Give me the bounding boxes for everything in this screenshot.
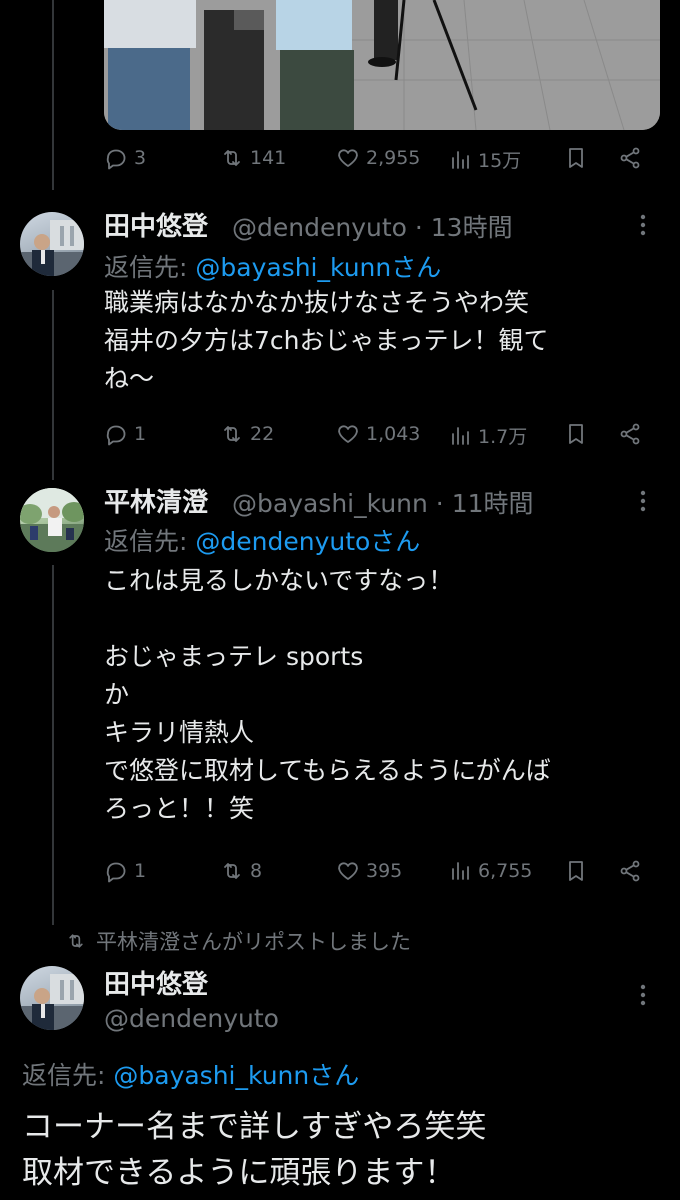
reply-to-link[interactable]: @bayashi_kunnさん	[113, 1061, 359, 1090]
retweet-icon	[224, 863, 240, 879]
retweet-button[interactable]: 141	[220, 146, 286, 170]
tweet-text: コーナー名まで詳しすぎやろ笑笑 取材できるように頑張ります！	[22, 1109, 487, 1191]
reply-to-label: 返信先:	[104, 527, 196, 556]
reply-count: 1	[134, 423, 147, 445]
like-button[interactable]: 1,043	[336, 422, 420, 446]
tweet-actions: 3 141 2,955 15万	[104, 146, 644, 180]
retweet-icon	[69, 934, 83, 948]
avatar-image	[20, 974, 84, 1030]
reply-to-line: 返信先: @bayashi_kunnさん	[104, 248, 441, 284]
repost-indicator: 平林清澄さんがリポストしました	[66, 926, 411, 956]
more-button[interactable]	[630, 212, 656, 238]
avatar[interactable]	[20, 966, 84, 1030]
more-icon	[640, 984, 646, 1006]
like-count: 1,043	[366, 423, 421, 445]
views-icon	[452, 862, 469, 880]
avatar-image	[20, 220, 84, 276]
avatar-image	[20, 488, 84, 552]
views-icon	[452, 150, 469, 169]
thread-line	[52, 565, 54, 925]
reply-icon	[106, 149, 126, 170]
views-count: 1.7万	[478, 426, 528, 448]
tweet-text: これは見るしかないですなっ！ おじゃまっテレ sports か キラリ情熱人 で…	[104, 566, 551, 823]
handle[interactable]: @dendenyuto	[104, 1004, 279, 1033]
like-button[interactable]: 2,955	[336, 146, 420, 170]
tweet-media-image[interactable]	[104, 0, 660, 130]
thread-line	[52, 0, 54, 190]
views-button[interactable]: 15万	[448, 146, 521, 173]
handle-time[interactable]: @bayashi_kunn · 11時間	[232, 484, 534, 520]
display-name[interactable]: 平林清澄	[104, 482, 208, 519]
repost-note[interactable]: 平林清澄さんがリポストしました	[96, 926, 411, 956]
reply-to-link[interactable]: @dendenyutoさん	[195, 527, 420, 556]
thread-line	[52, 290, 54, 480]
share-button[interactable]	[618, 859, 642, 883]
reply-icon	[106, 425, 126, 446]
reply-count: 1	[134, 860, 147, 882]
reply-to-line: 返信先: @bayashi_kunnさん	[22, 1056, 359, 1092]
reply-to-label: 返信先:	[22, 1061, 114, 1090]
like-icon	[338, 425, 358, 443]
reply-to-label: 返信先:	[104, 253, 196, 282]
share-button[interactable]	[618, 146, 642, 170]
more-icon	[640, 214, 646, 236]
avatar[interactable]	[20, 212, 84, 276]
reply-icon	[106, 862, 126, 883]
like-button[interactable]: 395	[336, 859, 402, 883]
share-icon	[620, 147, 640, 169]
share-icon	[620, 423, 640, 445]
views-icon	[452, 426, 469, 445]
like-count: 395	[366, 860, 403, 882]
bookmark-icon	[569, 861, 583, 881]
reply-button[interactable]: 1	[104, 859, 146, 883]
retweet-button[interactable]: 22	[220, 422, 274, 446]
reply-button[interactable]: 1	[104, 422, 146, 446]
retweet-count: 141	[250, 147, 287, 169]
display-name[interactable]: 田中悠登	[104, 964, 208, 1001]
retweet-icon	[224, 426, 240, 442]
views-count: 6,755	[478, 860, 533, 882]
bookmark-button[interactable]	[564, 859, 588, 883]
avatar[interactable]	[20, 488, 84, 552]
like-count: 2,955	[366, 147, 421, 169]
display-name[interactable]: 田中悠登	[104, 206, 208, 243]
share-button[interactable]	[618, 422, 642, 446]
share-icon	[620, 860, 640, 882]
tweet-actions: 1 8 395 6,755	[104, 859, 644, 893]
tweet-actions: 1 22 1,043 1.7万	[104, 422, 644, 456]
retweet-button[interactable]: 8	[220, 859, 262, 883]
like-icon	[338, 862, 358, 880]
more-icon	[640, 490, 646, 512]
reply-button[interactable]: 3	[104, 146, 146, 170]
views-button[interactable]: 6,755	[448, 859, 532, 883]
retweet-icon	[224, 150, 240, 166]
reply-to-link[interactable]: @bayashi_kunnさん	[195, 253, 441, 282]
bookmark-button[interactable]	[564, 422, 588, 446]
bookmark-button[interactable]	[564, 146, 588, 170]
like-icon	[338, 149, 358, 167]
more-button[interactable]	[630, 488, 656, 514]
bookmark-icon	[569, 424, 583, 444]
bookmark-icon	[569, 148, 583, 168]
retweet-count: 8	[250, 860, 263, 882]
views-button[interactable]: 1.7万	[448, 422, 527, 449]
more-button[interactable]	[630, 982, 656, 1008]
reply-count: 3	[134, 147, 147, 169]
tweet-text: 職業病はなかなか抜けなさそうやわ笑 福井の夕方は7chおじゃまっテレ！観て ね〜	[104, 288, 549, 393]
retweet-count: 22	[250, 423, 275, 445]
handle-time[interactable]: @dendenyuto · 13時間	[232, 208, 513, 244]
views-count: 15万	[478, 150, 522, 172]
reply-to-line: 返信先: @dendenyutoさん	[104, 522, 420, 558]
media-photo	[104, 0, 660, 130]
